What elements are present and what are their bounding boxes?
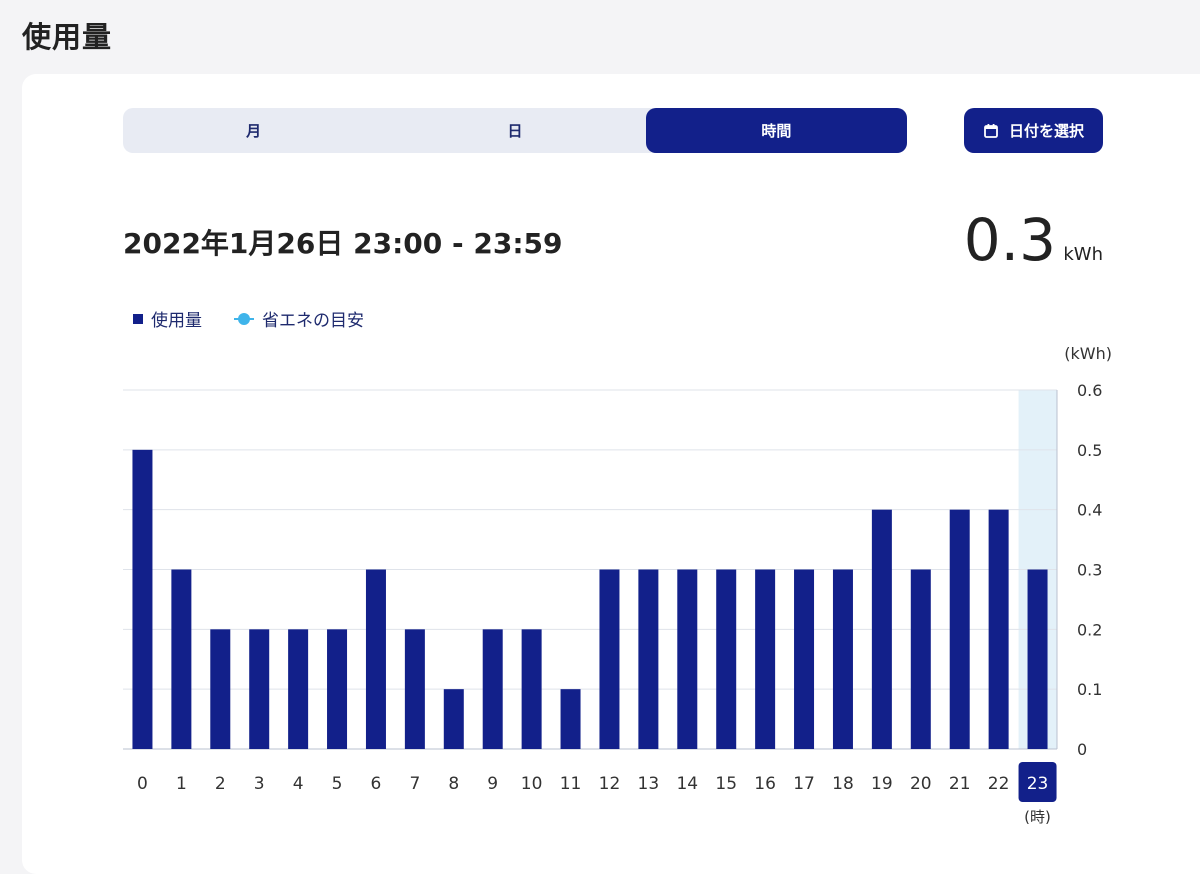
x-tick-label[interactable]: 18 [832, 774, 854, 794]
usage-bar[interactable] [755, 569, 776, 750]
x-tick-label[interactable]: 22 [988, 774, 1010, 794]
x-tick-label[interactable]: 8 [448, 774, 459, 794]
usage-bar[interactable] [171, 569, 192, 750]
x-tick-label[interactable]: 10 [521, 774, 543, 794]
usage-bar[interactable] [1027, 569, 1048, 750]
usage-bar[interactable] [716, 569, 737, 750]
usage-bar[interactable] [443, 689, 464, 749]
x-tick-label[interactable]: 4 [293, 774, 304, 794]
usage-bar[interactable] [949, 509, 970, 749]
usage-bar[interactable] [327, 629, 348, 749]
usage-bar[interactable] [794, 569, 815, 750]
y-tick-label: 0.3 [1077, 561, 1102, 580]
usage-bar[interactable] [560, 689, 581, 749]
x-tick-label[interactable]: 3 [254, 774, 265, 794]
x-tick-label[interactable]: 19 [871, 774, 893, 794]
x-tick-label[interactable]: 5 [332, 774, 343, 794]
x-tick-label[interactable]: 12 [599, 774, 621, 794]
x-tick-label[interactable]: 13 [638, 774, 660, 794]
x-axis-unit: (時) [1024, 808, 1051, 826]
y-tick-label: 0.1 [1077, 680, 1102, 699]
x-tick-label[interactable]: 11 [560, 774, 582, 794]
usage-bar[interactable] [599, 569, 620, 750]
y-tick-label: 0.4 [1077, 501, 1102, 520]
y-axis-unit: (kWh) [1064, 344, 1112, 363]
usage-bar[interactable] [910, 569, 931, 750]
y-tick-label: 0.6 [1077, 381, 1102, 400]
usage-bar[interactable] [132, 449, 153, 749]
x-tick-label[interactable]: 20 [910, 774, 932, 794]
usage-bar[interactable] [871, 509, 892, 749]
y-tick-label: 0.5 [1077, 441, 1102, 460]
x-tick-label[interactable]: 17 [793, 774, 815, 794]
usage-bar[interactable] [210, 629, 231, 749]
x-tick-label[interactable]: 9 [487, 774, 498, 794]
usage-bar[interactable] [288, 629, 309, 749]
usage-bar[interactable] [638, 569, 659, 750]
x-tick-label[interactable]: 21 [949, 774, 971, 794]
x-tick-label[interactable]: 0 [137, 774, 148, 794]
usage-bar[interactable] [677, 569, 698, 750]
usage-bar-chart: 00.10.20.30.40.50.6(kWh)0 1 2 3 4 5 6 7 8 9 10 11 12… [123, 344, 1112, 826]
x-tick-label[interactable]: 6 [371, 774, 382, 794]
usage-bar[interactable] [482, 629, 503, 749]
usage-bar[interactable] [249, 629, 270, 749]
x-tick-label[interactable]: 2 [215, 774, 226, 794]
usage-bar[interactable] [832, 569, 853, 750]
usage-bar[interactable] [365, 569, 386, 750]
x-tick-label[interactable]: 15 [715, 774, 737, 794]
x-tick-label[interactable]: 1 [176, 774, 187, 794]
x-tick-label[interactable]: 7 [409, 774, 420, 794]
usage-bar[interactable] [521, 629, 542, 749]
x-tick-label[interactable]: 16 [754, 774, 776, 794]
x-tick-label[interactable]: 14 [676, 774, 698, 794]
usage-bar[interactable] [988, 509, 1009, 749]
y-tick-label: 0 [1077, 740, 1087, 759]
y-tick-label: 0.2 [1077, 620, 1102, 639]
x-tick-label-selected[interactable]: 23 [1027, 774, 1049, 794]
usage-bar[interactable] [404, 629, 425, 749]
